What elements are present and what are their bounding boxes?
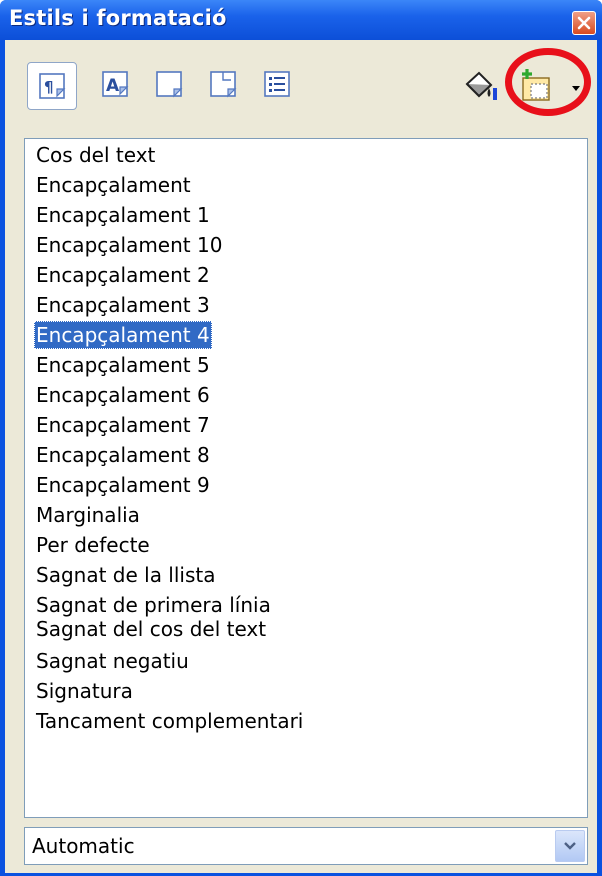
- style-filter-select[interactable]: Automatic: [24, 827, 588, 865]
- list-item[interactable]: Cos del text: [34, 141, 157, 169]
- list-item[interactable]: Tancament complementari: [34, 707, 305, 735]
- list-styles-icon: [264, 71, 290, 97]
- panel-content: ¶ A Cos del text Encapçalament Encapçala…: [5, 40, 597, 873]
- styles-list[interactable]: Cos del text Encapçalament Encapçalament…: [24, 138, 588, 818]
- list-item[interactable]: Encapçalament 10: [34, 231, 224, 259]
- list-item[interactable]: Encapçalament 8: [34, 441, 212, 469]
- character-styles-button[interactable]: A: [97, 66, 137, 106]
- list-item[interactable]: Encapçalament 3: [34, 291, 212, 319]
- paint-bucket-icon: [465, 71, 497, 100]
- list-item[interactable]: Encapçalament 7: [34, 411, 212, 439]
- list-item[interactable]: Signatura: [34, 677, 135, 705]
- filter-value: Automatic: [32, 834, 135, 858]
- title-bar[interactable]: Estils i formatació: [0, 0, 602, 40]
- filter-dropdown-button[interactable]: [555, 830, 585, 862]
- list-item[interactable]: Sagnat de la llista: [34, 561, 218, 589]
- frame-styles-button[interactable]: [151, 66, 191, 106]
- list-item[interactable]: Encapçalament 6: [34, 381, 212, 409]
- list-item[interactable]: Encapçalament 9: [34, 471, 212, 499]
- list-item[interactable]: Encapçalament 2: [34, 261, 212, 289]
- new-style-menu-button[interactable]: [567, 66, 587, 106]
- svg-text:¶: ¶: [44, 78, 54, 96]
- list-item[interactable]: Encapçalament: [34, 171, 193, 199]
- fill-format-mode-button[interactable]: [459, 66, 499, 106]
- new-style-from-selection-button[interactable]: [517, 66, 557, 106]
- list-item[interactable]: Marginalia: [34, 501, 142, 529]
- style-toolbar: ¶ A: [5, 40, 597, 128]
- character-styles-icon: A: [102, 71, 129, 97]
- styles-window: Estils i formatació ¶ A Cos del text Enc…: [0, 0, 602, 876]
- window-title: Estils i formatació: [9, 6, 227, 30]
- frame-styles-icon: [156, 71, 183, 98]
- list-item-selected[interactable]: Encapçalament 4: [34, 321, 212, 349]
- list-item[interactable]: Encapçalament 5: [34, 351, 212, 379]
- page-styles-button[interactable]: [205, 66, 245, 106]
- list-item[interactable]: Sagnat negatiu: [34, 647, 191, 675]
- paragraph-styles-icon: ¶: [39, 73, 66, 99]
- svg-text:A: A: [106, 76, 120, 96]
- new-style-icon: [522, 69, 550, 101]
- list-item[interactable]: Encapçalament 1: [34, 201, 212, 229]
- close-button[interactable]: [572, 11, 596, 35]
- close-icon: [577, 16, 591, 30]
- page-styles-icon: [210, 71, 237, 98]
- paragraph-styles-button[interactable]: ¶: [27, 62, 77, 110]
- list-item[interactable]: Sagnat del cos del text: [34, 615, 268, 643]
- chevron-down-icon: [564, 842, 576, 850]
- list-item[interactable]: Per defecte: [34, 531, 152, 559]
- list-styles-button[interactable]: [259, 66, 299, 106]
- dropdown-arrow-icon: [572, 86, 580, 91]
